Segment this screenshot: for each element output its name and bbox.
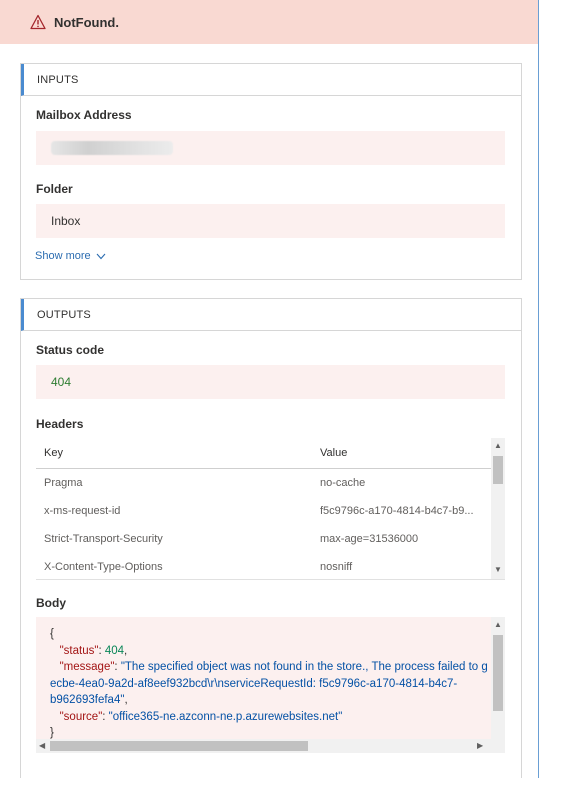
body-label: Body — [36, 596, 66, 610]
warning-triangle-icon — [30, 14, 46, 30]
header-value: max-age=31536000 — [320, 533, 419, 545]
header-key: X-Content-Type-Options — [44, 561, 163, 573]
scroll-thumb[interactable] — [493, 456, 503, 484]
header-key: Pragma — [44, 477, 83, 489]
body-code: { "status": 404, "message": "The specifi… — [50, 628, 488, 739]
json-key: "message" — [59, 661, 115, 673]
header-value: nosniff — [320, 561, 353, 573]
scroll-right-arrow-icon[interactable]: ▶ — [477, 742, 483, 750]
outputs-card: OUTPUTS Status code 404 Headers Key Valu… — [20, 298, 522, 778]
status-code-number: 404 — [51, 375, 72, 389]
inputs-header[interactable]: INPUTS — [21, 64, 521, 96]
json-key: "source" — [59, 710, 103, 723]
json-string: "office365-ne.azconn-ne.p.azurewebsites.… — [108, 710, 343, 723]
error-banner: NotFound. — [0, 0, 538, 44]
key-column-header: Key — [44, 447, 63, 459]
json-key: "status" — [59, 644, 99, 657]
mailbox-address-value — [36, 131, 505, 165]
status-code-label: Status code — [36, 343, 105, 357]
mailbox-address-label: Mailbox Address — [36, 108, 132, 122]
json-string: ecbe-4ea0-9a2d-af8eef932bcd\r\nserviceRe… — [50, 677, 458, 690]
table-row: Strict-Transport-Security max-age=315360… — [36, 525, 505, 553]
outputs-header[interactable]: OUTPUTS — [21, 299, 521, 331]
body-horizontal-scrollbar[interactable]: ◀ ▶ — [36, 739, 505, 753]
body-json-viewer: { "status": 404, "message": "The specifi… — [36, 617, 505, 753]
show-more-label[interactable]: Show more — [35, 250, 91, 262]
inputs-card: INPUTS Mailbox Address Folder Inbox Show… — [20, 63, 522, 280]
scroll-thumb[interactable] — [50, 741, 308, 751]
redacted-email — [51, 141, 173, 155]
header-value: no-cache — [320, 477, 366, 489]
table-row: x-ms-request-id f5c9796c-a170-4814-b4c7-… — [36, 497, 505, 525]
headers-vertical-scrollbar[interactable]: ▲ ▼ — [491, 438, 505, 579]
value-column-header: Value — [320, 447, 348, 459]
headers-label: Headers — [36, 417, 84, 431]
header-key: x-ms-request-id — [44, 505, 121, 517]
header-value: f5c9796c-a170-4814-b4c7-b9... — [320, 505, 474, 517]
headers-table: Key Value Pragma no-cache x-ms-request-i… — [36, 438, 505, 580]
status-code-value: 404 — [36, 365, 505, 399]
json-string: b962693fefa4" — [50, 694, 125, 706]
scroll-left-arrow-icon[interactable]: ◀ — [39, 742, 45, 750]
scroll-down-arrow-icon[interactable]: ▼ — [494, 566, 502, 574]
folder-value: Inbox — [36, 204, 505, 238]
json-line: { — [50, 628, 54, 640]
chevron-down-icon — [96, 253, 106, 259]
table-row: Pragma no-cache — [36, 469, 505, 497]
body-vertical-scrollbar[interactable]: ▲ — [491, 617, 505, 739]
headers-table-header: Key Value — [36, 438, 505, 469]
folder-label: Folder — [36, 182, 73, 196]
run-details-panel: NotFound. INPUTS Mailbox Address Folder … — [0, 0, 540, 778]
json-line: } — [50, 727, 54, 739]
json-string: "The specified object was not found in t… — [120, 661, 488, 673]
header-key: Strict-Transport-Security — [44, 533, 163, 545]
scroll-up-arrow-icon[interactable]: ▲ — [494, 442, 502, 450]
scroll-up-arrow-icon[interactable]: ▲ — [494, 621, 502, 629]
json-number: 404 — [104, 644, 125, 657]
scroll-thumb[interactable] — [493, 635, 503, 711]
error-message: NotFound. — [54, 14, 119, 30]
table-row: X-Content-Type-Options nosniff — [36, 553, 505, 579]
torn-edge — [539, 0, 562, 793]
show-more-link[interactable]: Show more — [35, 250, 106, 262]
torn-edge — [0, 778, 562, 793]
